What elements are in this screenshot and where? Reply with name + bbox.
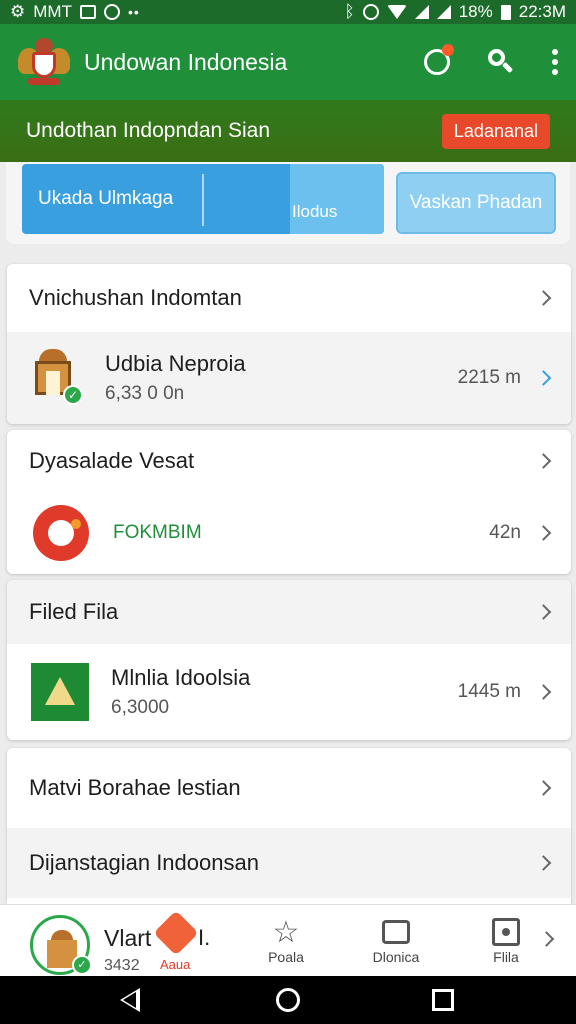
home-icon[interactable]	[276, 988, 300, 1012]
chevron-right-icon	[535, 780, 552, 796]
item-title: Udbia Neproia	[105, 351, 246, 376]
item-value: 6,3000	[111, 697, 170, 718]
star-icon: ☆	[272, 915, 300, 949]
bottom-subtitle: 3432	[104, 957, 140, 974]
tab-divider	[202, 174, 204, 226]
tab-primary-label: Ukada Ulmkaga	[38, 188, 174, 209]
section-title: Filed Fila	[29, 599, 119, 624]
item-value: 6,33 0 0n	[105, 383, 185, 404]
list-item[interactable]: Dijanstagian Indoonsan	[7, 828, 571, 898]
nav-item-dlonica[interactable]: Dlonica	[356, 915, 436, 965]
item-distance: 42n	[489, 522, 521, 543]
ring-logo-icon	[33, 505, 89, 561]
notification-dot	[442, 44, 454, 56]
signal-icon	[414, 5, 429, 19]
item-title: Mlnlia Idoolsia	[111, 665, 251, 690]
bottom-bar: ✓ Vlart 3432 I. Aaua ☆ Poala Dlonica Fli…	[0, 904, 576, 976]
tabs-panel: Ukada Ulmkaga Ilodus Vaskan Phadan	[6, 162, 570, 244]
section-title: Matvi Borahae lestian	[29, 775, 241, 800]
signal-icon	[436, 5, 451, 19]
search-icon[interactable]	[488, 49, 514, 75]
list-item[interactable]: ✓ Udbia Neproia 6,33 0 0n 2215 m	[7, 332, 571, 424]
tab-primary-highlight	[290, 164, 384, 234]
banner-button[interactable]: Ladananal	[441, 113, 550, 149]
chevron-right-icon	[535, 855, 552, 871]
shrine-icon: ✓	[25, 349, 83, 407]
item-title: FOKMBIM	[113, 522, 202, 543]
system-nav-bar	[0, 976, 576, 1024]
more-notifications-icon: ••	[127, 4, 140, 20]
back-icon[interactable]	[120, 988, 140, 1012]
sync-icon	[103, 4, 120, 20]
list-item[interactable]: FOKMBIM 42n	[7, 492, 571, 574]
badge-subtext: Aaua	[160, 957, 191, 972]
chevron-right-icon	[535, 290, 552, 306]
map-tile-icon	[31, 663, 89, 721]
clock: 22:3M	[518, 2, 566, 21]
nav-label: Poala	[268, 949, 304, 965]
section-card: Dyasalade Vesat FOKMBIM 42n	[7, 430, 571, 574]
app-title: Undowan Indonesia	[84, 48, 288, 75]
file-icon	[492, 918, 520, 946]
section-card: Vnichushan Indomtan ✓ Udbia Neproia 6,33…	[7, 264, 571, 424]
alarm-icon	[362, 4, 379, 20]
chevron-right-icon	[535, 453, 552, 469]
check-icon: ✓	[63, 385, 83, 405]
badge-text: I.	[198, 925, 211, 950]
battery-icon	[500, 4, 511, 20]
nav-item-poala[interactable]: ☆ Poala	[246, 915, 326, 966]
section-header[interactable]: Filed Fila	[7, 580, 571, 644]
section-header[interactable]: Dyasalade Vesat	[7, 430, 571, 492]
banner-text: Undothan Indopndan Sian	[26, 119, 271, 142]
section-header[interactable]: Vnichushan Indomtan	[7, 264, 571, 332]
list-item[interactable]: Mlnlia Idoolsia 6,3000 1445 m	[7, 644, 571, 740]
chevron-right-icon	[535, 604, 552, 620]
section-card: Filed Fila Mlnlia Idoolsia 6,3000 1445 m	[7, 580, 571, 740]
chevron-right-icon	[535, 684, 552, 700]
tab-alt[interactable]: Vaskan Phadan	[396, 172, 556, 234]
item-distance: 1445 m	[457, 681, 521, 702]
more-vert-icon[interactable]	[552, 49, 558, 75]
nav-label: Dlonica	[372, 949, 420, 965]
item-distance: 2215 m	[457, 367, 521, 388]
section-card: Matvi Borahae lestian Dijanstagian Indoo…	[7, 748, 571, 904]
arrow-right-icon	[535, 370, 552, 386]
chevron-right-icon	[535, 525, 552, 541]
tab-primary[interactable]: Ukada Ulmkaga Ilodus	[22, 164, 384, 234]
battery-percent: 18%	[458, 2, 493, 21]
settings-icon: ⚙	[10, 2, 26, 21]
bluetooth-icon: ᛒ	[344, 2, 355, 21]
list-item[interactable]: Matvi Borahae lestian	[7, 748, 571, 828]
check-icon: ✓	[72, 955, 92, 975]
tv-icon	[382, 920, 410, 944]
bottom-title: Vlart	[104, 925, 152, 951]
section-title: Dijanstagian Indoonsan	[29, 850, 259, 875]
status-bar: ⚙ MMT •• ᛒ 18% 22:3M	[0, 0, 576, 24]
tab-primary-secondary-label: Ilodus	[292, 202, 338, 221]
nav-item-flila[interactable]: Flila	[466, 915, 546, 965]
recent-apps-icon[interactable]	[432, 989, 454, 1011]
notification-icon[interactable]	[424, 44, 454, 75]
image-icon	[79, 5, 96, 19]
section-title: Vnichushan Indomtan	[29, 285, 242, 310]
nav-label: Flila	[493, 949, 519, 965]
tag-icon[interactable]	[153, 910, 199, 956]
section-title: Dyasalade Vesat	[29, 448, 195, 473]
garuda-logo-icon	[18, 38, 70, 86]
status-app-label: MMT	[33, 2, 72, 21]
banner: Undothan Indopndan Sian Ladananal	[0, 100, 576, 162]
app-bar: Undowan Indonesia	[0, 24, 576, 100]
wifi-icon	[386, 5, 407, 19]
